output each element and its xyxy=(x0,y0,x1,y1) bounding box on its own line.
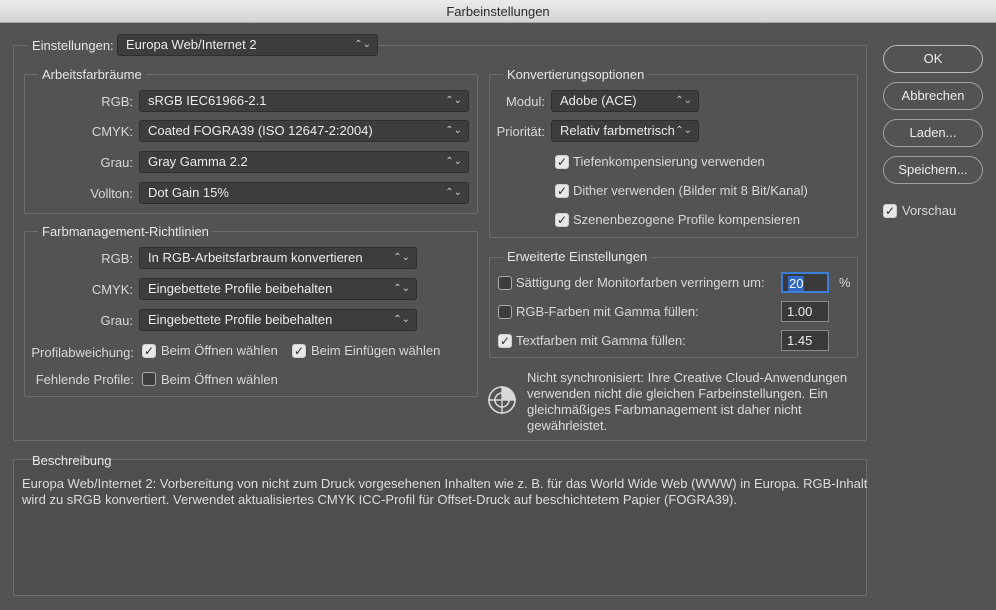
mismatch-label: Profilabweichung: xyxy=(31,345,134,360)
policy-cmyk-value: Eingebettete Profile beibehalten xyxy=(148,281,333,296)
policy-rgb-label: RGB: xyxy=(101,251,133,266)
dither-label[interactable]: Dither verwenden (Bilder mit 8 Bit/Kanal… xyxy=(573,183,808,199)
sync-warning-icon xyxy=(486,384,518,416)
settings-label: Einstellungen: xyxy=(28,38,118,53)
desaturate-input[interactable]: 20 xyxy=(781,272,829,293)
intent-label: Priorität: xyxy=(496,124,545,139)
sync-line-3: gleichmäßiges Farbmanagement ist daher n… xyxy=(527,402,802,417)
blend-rgb-checkbox[interactable] xyxy=(498,305,512,319)
settings-select[interactable]: Europa Web/Internet 2 ⌃⌄ xyxy=(117,34,378,56)
ws-rgb-value: sRGB IEC61966-2.1 xyxy=(148,93,267,108)
check-icon: ✓ xyxy=(293,344,305,358)
policy-gray-label: Grau: xyxy=(100,313,133,328)
chevron-updown-icon: ⌃⌄ xyxy=(445,95,462,106)
ws-cmyk-value: Coated FOGRA39 (ISO 12647-2:2004) xyxy=(148,123,373,138)
scene-checkbox[interactable]: ✓ xyxy=(555,213,569,227)
policy-rgb-select[interactable]: In RGB-Arbeitsfarbraum konvertieren ⌃⌄ xyxy=(139,247,417,269)
conversion-title: Konvertierungsoptionen xyxy=(503,67,649,82)
ws-spot-label: Vollton: xyxy=(90,186,133,201)
desaturate-label[interactable]: Sättigung der Monitorfarben verringern u… xyxy=(516,275,765,291)
chevron-updown-icon: ⌃⌄ xyxy=(675,95,692,106)
preview-label[interactable]: Vorschau xyxy=(902,203,956,219)
policy-cmyk-select[interactable]: Eingebettete Profile beibehalten ⌃⌄ xyxy=(139,278,417,300)
desaturate-value: 20 xyxy=(788,276,805,291)
mismatch-open-checkbox[interactable]: ✓ xyxy=(142,344,156,358)
settings-select-value: Europa Web/Internet 2 xyxy=(126,37,257,52)
intent-select[interactable]: Relativ farbmetrisch ⌃⌄ xyxy=(551,120,699,142)
desaturate-unit: % xyxy=(839,275,851,290)
chevron-updown-icon: ⌃⌄ xyxy=(393,283,410,294)
missing-label: Fehlende Profile: xyxy=(35,372,134,387)
policies-title: Farbmanagement-Richtlinien xyxy=(38,224,213,239)
bpc-label[interactable]: Tiefenkompensierung verwenden xyxy=(573,154,765,170)
blend-rgb-input[interactable]: 1.00 xyxy=(781,301,829,322)
description-line-1: Europa Web/Internet 2: Vorbereitung von … xyxy=(22,476,868,491)
blend-rgb-value: 1.00 xyxy=(787,304,813,319)
working-spaces-title: Arbeitsfarbräume xyxy=(38,67,146,82)
sync-line-1: Nicht synchronisiert: Ihre Creative Clou… xyxy=(527,370,848,385)
scene-label[interactable]: Szenenbezogene Profile kompensieren xyxy=(573,212,800,228)
engine-value: Adobe (ACE) xyxy=(560,93,637,108)
load-button[interactable]: Laden... xyxy=(883,119,983,147)
ws-gray-select[interactable]: Gray Gamma 2.2 ⌃⌄ xyxy=(139,151,469,173)
policy-gray-select[interactable]: Eingebettete Profile beibehalten ⌃⌄ xyxy=(139,309,417,331)
blend-text-checkbox[interactable]: ✓ xyxy=(498,334,512,348)
check-icon: ✓ xyxy=(556,184,568,198)
engine-label: Modul: xyxy=(505,94,545,109)
mismatch-paste-label[interactable]: Beim Einfügen wählen xyxy=(311,343,440,359)
advanced-title: Erweiterte Einstellungen xyxy=(503,249,652,264)
preview-checkbox[interactable]: ✓ xyxy=(883,204,897,218)
ws-gray-value: Gray Gamma 2.2 xyxy=(148,154,248,169)
chevron-updown-icon: ⌃⌄ xyxy=(445,187,462,198)
missing-open-label[interactable]: Beim Öffnen wählen xyxy=(161,372,278,388)
mismatch-open-label[interactable]: Beim Öffnen wählen xyxy=(161,343,278,359)
check-icon: ✓ xyxy=(499,334,511,348)
description-title: Beschreibung xyxy=(32,453,112,468)
chevron-updown-icon: ⌃⌄ xyxy=(445,125,462,136)
check-icon: ✓ xyxy=(143,344,155,358)
bpc-checkbox[interactable]: ✓ xyxy=(555,155,569,169)
window-title: Farbeinstellungen xyxy=(0,0,996,23)
ws-cmyk-label: CMYK: xyxy=(91,124,133,139)
description-line-2: wird zu sRGB konvertiert. Verwendet aktu… xyxy=(22,492,737,507)
cancel-button[interactable]: Abbrechen xyxy=(883,82,983,110)
intent-value: Relativ farbmetrisch xyxy=(560,123,675,138)
ws-rgb-label: RGB: xyxy=(101,94,133,109)
sync-line-2: verwenden nicht die gleichen Farbeinstel… xyxy=(527,386,828,401)
blend-rgb-label[interactable]: RGB-Farben mit Gamma füllen: xyxy=(516,304,699,320)
check-icon: ✓ xyxy=(556,213,568,227)
chevron-updown-icon: ⌃⌄ xyxy=(393,252,410,263)
blend-text-label[interactable]: Textfarben mit Gamma füllen: xyxy=(516,333,686,349)
blend-text-input[interactable]: 1.45 xyxy=(781,330,829,351)
dither-checkbox[interactable]: ✓ xyxy=(555,184,569,198)
mismatch-paste-checkbox[interactable]: ✓ xyxy=(292,344,306,358)
policy-cmyk-label: CMYK: xyxy=(91,282,133,297)
engine-select[interactable]: Adobe (ACE) ⌃⌄ xyxy=(551,90,699,112)
save-button[interactable]: Speichern... xyxy=(883,156,983,184)
policy-rgb-value: In RGB-Arbeitsfarbraum konvertieren xyxy=(148,250,363,265)
chevron-updown-icon: ⌃⌄ xyxy=(675,125,692,136)
missing-open-checkbox[interactable] xyxy=(142,372,156,386)
desaturate-checkbox[interactable] xyxy=(498,276,512,290)
chevron-updown-icon: ⌃⌄ xyxy=(354,39,371,50)
policy-gray-value: Eingebettete Profile beibehalten xyxy=(148,312,333,327)
color-settings-dialog: Farbeinstellungen Einstellungen: Europa … xyxy=(0,0,996,610)
blend-text-value: 1.45 xyxy=(787,333,813,348)
ws-gray-label: Grau: xyxy=(100,155,133,170)
ws-spot-select[interactable]: Dot Gain 15% ⌃⌄ xyxy=(139,182,469,204)
chevron-updown-icon: ⌃⌄ xyxy=(445,156,462,167)
chevron-updown-icon: ⌃⌄ xyxy=(393,314,410,325)
ok-button[interactable]: OK xyxy=(883,45,983,73)
ws-rgb-select[interactable]: sRGB IEC61966-2.1 ⌃⌄ xyxy=(139,90,469,112)
check-icon: ✓ xyxy=(556,155,568,169)
check-icon: ✓ xyxy=(884,204,896,218)
sync-line-4: gewährleistet. xyxy=(527,418,608,433)
ws-spot-value: Dot Gain 15% xyxy=(148,185,229,200)
ws-cmyk-select[interactable]: Coated FOGRA39 (ISO 12647-2:2004) ⌃⌄ xyxy=(139,120,469,142)
